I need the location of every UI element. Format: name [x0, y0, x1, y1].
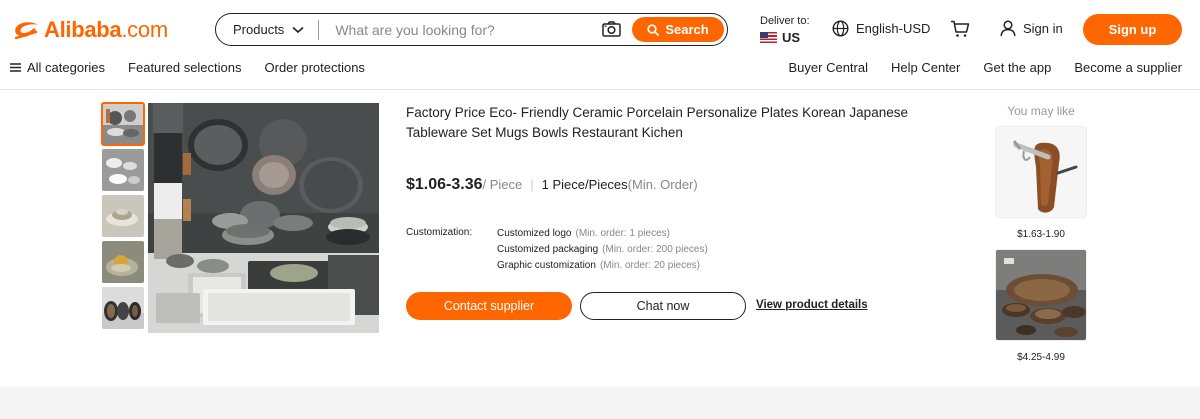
thumbnail-3[interactable]: [102, 195, 144, 237]
thumbnail-list: [101, 102, 145, 333]
deliver-label: Deliver to:: [760, 15, 810, 27]
recommended-product-price: $4.25-4.99: [1017, 352, 1065, 363]
nav-all-categories[interactable]: All categories: [10, 60, 105, 75]
nav-all-categories-label: All categories: [27, 60, 106, 75]
customization-option: Graphic customization (Min. order: 20 pie…: [497, 259, 757, 275]
deliver-to[interactable]: Deliver to: US: [760, 15, 810, 45]
customization-option-note: (Min. order: 1 pieces): [575, 228, 670, 239]
search-button[interactable]: Search: [632, 17, 724, 42]
recommended-product-price: $1.63-1.90: [1017, 229, 1065, 240]
alibaba-logo[interactable]: Alibaba.com: [12, 14, 168, 46]
language-label: English-USD: [856, 21, 931, 36]
price-unit: / Piece: [482, 177, 523, 192]
customization-option-note: (Min. order: 200 pieces): [602, 244, 708, 255]
view-product-details-link[interactable]: View product details: [756, 299, 868, 311]
min-order-quantity: 1 Piece/Pieces: [541, 177, 628, 192]
search-input[interactable]: [335, 21, 591, 38]
nav-get-the-app[interactable]: Get the app: [983, 60, 1051, 75]
sign-in-link[interactable]: Sign in: [1000, 20, 1063, 37]
cart-icon[interactable]: [950, 20, 970, 43]
min-order-note: (Min. Order): [627, 177, 698, 192]
customization-option-name: Customized logo: [497, 228, 572, 239]
thumbnail-4[interactable]: [102, 241, 144, 283]
product-price: $1.06-3.36: [406, 176, 483, 193]
recommended-product-2[interactable]: $4.25-4.99: [995, 249, 1087, 363]
customization-option-name: Graphic customization: [497, 260, 596, 271]
nav-left: All categories Featured selections Order…: [10, 60, 388, 75]
alibaba-logo-icon: [14, 22, 38, 40]
recommended-product-image[interactable]: [995, 249, 1087, 341]
deliver-country: US: [760, 30, 810, 45]
product-main-image[interactable]: [148, 103, 379, 333]
customization-label: Customization:: [406, 227, 473, 238]
chevron-down-icon: [292, 26, 304, 33]
customization-option: Customized packaging (Min. order: 200 pie…: [497, 243, 757, 259]
nav-help-center[interactable]: Help Center: [891, 60, 960, 75]
customization-list: Customized logo (Min. order: 1 pieces) Cu…: [497, 227, 757, 275]
user-icon: [1000, 20, 1016, 37]
product-title[interactable]: Factory Price Eco- Friendly Ceramic Porc…: [406, 103, 916, 143]
camera-icon[interactable]: [602, 21, 621, 43]
thumbnail-5[interactable]: [102, 287, 144, 329]
price-divider: |: [530, 177, 534, 192]
nav-right: Buyer Central Help Center Get the app Be…: [766, 60, 1182, 75]
site-header: Alibaba.com Products Search Deliver to: …: [0, 0, 1200, 90]
menu-icon: [10, 63, 21, 72]
nav-featured-selections[interactable]: Featured selections: [128, 60, 241, 75]
customization-option-name: Customized packaging: [497, 244, 599, 255]
customization-option: Customized logo (Min. order: 1 pieces): [497, 227, 757, 243]
globe-icon: [832, 20, 849, 37]
nav-order-protections[interactable]: Order protections: [265, 60, 365, 75]
thumbnail-1[interactable]: [101, 102, 145, 146]
nav-buyer-central[interactable]: Buyer Central: [789, 60, 868, 75]
search-category-label: Products: [233, 22, 285, 37]
search-button-label: Search: [665, 22, 709, 37]
sign-in-label: Sign in: [1023, 21, 1063, 36]
search-category-select[interactable]: Products: [216, 14, 304, 45]
you-may-like-title: You may like: [1007, 104, 1075, 118]
customization-option-note: (Min. order: 20 pieces): [599, 260, 700, 271]
language-selector[interactable]: English-USD: [832, 20, 930, 37]
contact-supplier-button[interactable]: Contact supplier: [406, 292, 572, 320]
country-code: US: [782, 30, 801, 45]
search-divider: [318, 19, 320, 40]
recommended-product-1[interactable]: $1.63-1.90: [995, 126, 1087, 240]
search-bar: Products Search: [215, 13, 728, 46]
nav-become-supplier[interactable]: Become a supplier: [1074, 60, 1182, 75]
logo-text: Alibaba.com: [44, 17, 168, 42]
chat-now-button[interactable]: Chat now: [580, 292, 746, 320]
page-footer-band: [0, 387, 1200, 419]
price-row: $1.06-3.36 / Piece | 1 Piece/Pieces (Min…: [406, 176, 698, 194]
us-flag-icon: [760, 32, 777, 43]
recommended-product-image[interactable]: [995, 126, 1087, 218]
thumbnail-2[interactable]: [102, 149, 144, 191]
search-icon: [647, 23, 660, 36]
sign-up-button[interactable]: Sign up: [1083, 14, 1182, 45]
